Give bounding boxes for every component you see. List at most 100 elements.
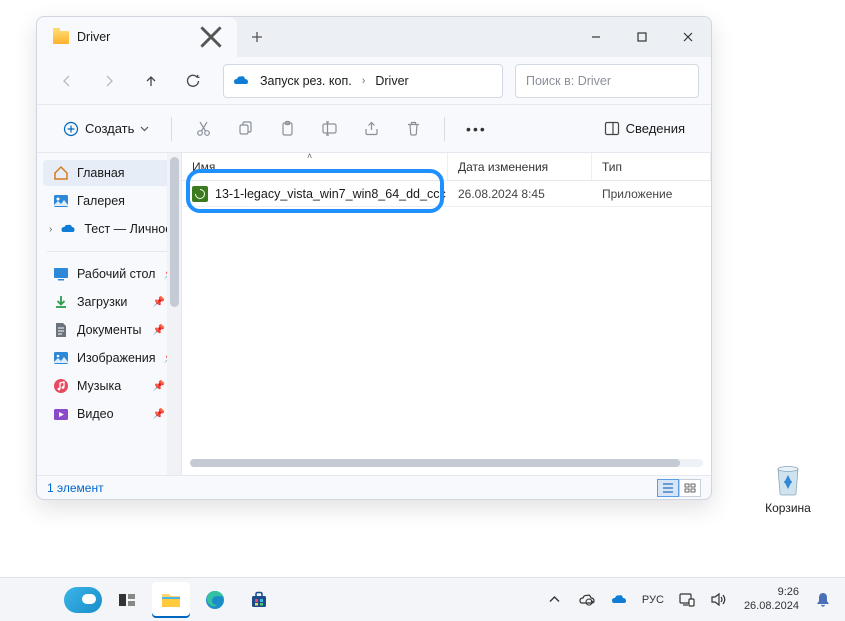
sidebar-label: Тест — Личное (84, 222, 172, 236)
pin-icon: 📌 (153, 409, 165, 420)
toolbar-separator (171, 117, 172, 141)
file-name: 13-1-legacy_vista_win7_win8_64_dd_ccc (215, 187, 446, 201)
refresh-button[interactable] (175, 63, 211, 99)
view-details-button[interactable] (657, 479, 679, 497)
onedrive-icon (232, 72, 250, 90)
sidebar-item-pictures[interactable]: Изображения 📌 (43, 345, 175, 371)
sidebar: Главная Галерея › Тест — Личное Рабочий … (37, 153, 182, 475)
tab-driver[interactable]: Driver (37, 17, 237, 57)
pin-icon: 📌 (153, 297, 165, 308)
chevron-right-icon: › (49, 224, 52, 235)
language-indicator[interactable]: РУС (638, 594, 668, 606)
file-list: ˄ Имя Дата изменения Тип 13-1-legacy_vis… (182, 153, 711, 475)
file-type: Приложение (592, 187, 711, 201)
toolbar: Создать ••• Сведения (37, 105, 711, 153)
sidebar-item-desktop[interactable]: Рабочий стол 📌 (43, 261, 175, 287)
maximize-button[interactable] (619, 17, 665, 57)
titlebar: Driver (37, 17, 711, 57)
copy-button[interactable] (226, 111, 264, 147)
network-tray-icon[interactable] (674, 586, 700, 614)
share-button[interactable] (352, 111, 390, 147)
documents-icon (53, 322, 69, 338)
notifications-button[interactable] (811, 586, 835, 614)
horizontal-scrollbar[interactable] (190, 459, 703, 473)
sidebar-divider (47, 251, 171, 252)
taskbar-clock[interactable]: 9:26 26.08.2024 (738, 586, 805, 612)
status-text: 1 элемент (47, 481, 104, 495)
pin-icon: 📌 (153, 325, 165, 336)
column-header-type[interactable]: Тип (592, 153, 711, 180)
back-button[interactable] (49, 63, 85, 99)
breadcrumb-root[interactable]: Запуск рез. коп. (254, 70, 358, 92)
task-view-button[interactable] (108, 582, 146, 618)
view-icons-button[interactable] (679, 479, 701, 497)
chevron-right-icon: › (362, 75, 366, 87)
application-icon (192, 186, 208, 202)
taskbar-apps (64, 582, 278, 618)
paste-button[interactable] (268, 111, 306, 147)
onedrive-tray-icon[interactable] (574, 586, 600, 614)
home-icon (53, 165, 69, 181)
rename-button[interactable] (310, 111, 348, 147)
search-input[interactable]: Поиск в: Driver (515, 64, 699, 98)
sidebar-label: Загрузки (77, 295, 127, 309)
more-button[interactable]: ••• (457, 111, 495, 147)
delete-button[interactable] (394, 111, 432, 147)
sidebar-item-downloads[interactable]: Загрузки 📌 (43, 289, 175, 315)
cut-button[interactable] (184, 111, 222, 147)
download-icon (53, 294, 69, 310)
tab-title: Driver (77, 30, 191, 44)
column-header-name[interactable]: Имя (182, 153, 448, 180)
store-taskbar-button[interactable] (240, 582, 278, 618)
breadcrumb-current[interactable]: Driver (369, 70, 414, 92)
toolbar-separator (444, 117, 445, 141)
column-headers: ˄ Имя Дата изменения Тип (182, 153, 711, 181)
sidebar-label: Галерея (77, 194, 125, 208)
close-tab-button[interactable] (199, 25, 223, 49)
sidebar-item-home[interactable]: Главная (43, 160, 175, 186)
minimize-button[interactable] (573, 17, 619, 57)
sort-indicator-icon: ˄ (307, 151, 312, 161)
recycle-bin[interactable]: Корзина (753, 457, 823, 515)
explorer-window: Driver Запуск рез. коп. › Driver Поиск в… (36, 16, 712, 500)
taskbar: РУС 9:26 26.08.2024 (0, 577, 845, 621)
sidebar-label: Музыка (77, 379, 121, 393)
sidebar-scrollbar[interactable] (167, 153, 181, 475)
sidebar-item-gallery[interactable]: Галерея (43, 188, 175, 214)
sidebar-item-videos[interactable]: Видео 📌 (43, 401, 175, 427)
music-icon (53, 378, 69, 394)
window-controls (573, 17, 711, 57)
statusbar: 1 элемент (37, 475, 711, 499)
tray-overflow-button[interactable] (542, 586, 568, 614)
details-button[interactable]: Сведения (594, 115, 695, 142)
sidebar-item-personal[interactable]: › Тест — Личное (43, 216, 175, 242)
column-header-date[interactable]: Дата изменения (448, 153, 592, 180)
weather-widget[interactable] (64, 582, 102, 618)
recycle-bin-label: Корзина (753, 501, 823, 515)
details-label: Сведения (626, 121, 685, 136)
sidebar-item-documents[interactable]: Документы 📌 (43, 317, 175, 343)
chevron-down-icon (140, 126, 149, 132)
sidebar-label: Видео (77, 407, 114, 421)
close-window-button[interactable] (665, 17, 711, 57)
forward-button[interactable] (91, 63, 127, 99)
sidebar-label: Изображения (77, 351, 156, 365)
search-placeholder: Поиск в: Driver (526, 74, 611, 88)
volume-tray-icon[interactable] (706, 586, 732, 614)
explorer-taskbar-button[interactable] (152, 582, 190, 618)
new-tab-button[interactable] (237, 17, 277, 57)
file-row[interactable]: 13-1-legacy_vista_win7_win8_64_dd_ccc 26… (182, 181, 711, 207)
desktop-icon (53, 266, 69, 282)
system-tray: РУС 9:26 26.08.2024 (542, 586, 835, 614)
onedrive-sync-tray-icon[interactable] (606, 586, 632, 614)
create-button[interactable]: Создать (53, 115, 159, 143)
recycle-bin-icon (768, 457, 808, 497)
up-button[interactable] (133, 63, 169, 99)
file-date: 26.08.2024 8:45 (448, 187, 592, 201)
edge-taskbar-button[interactable] (196, 582, 234, 618)
breadcrumb[interactable]: Запуск рез. коп. › Driver (223, 64, 503, 98)
clock-time: 9:26 (744, 586, 799, 599)
create-label: Создать (85, 121, 134, 136)
explorer-body: Главная Галерея › Тест — Личное Рабочий … (37, 153, 711, 475)
sidebar-item-music[interactable]: Музыка 📌 (43, 373, 175, 399)
